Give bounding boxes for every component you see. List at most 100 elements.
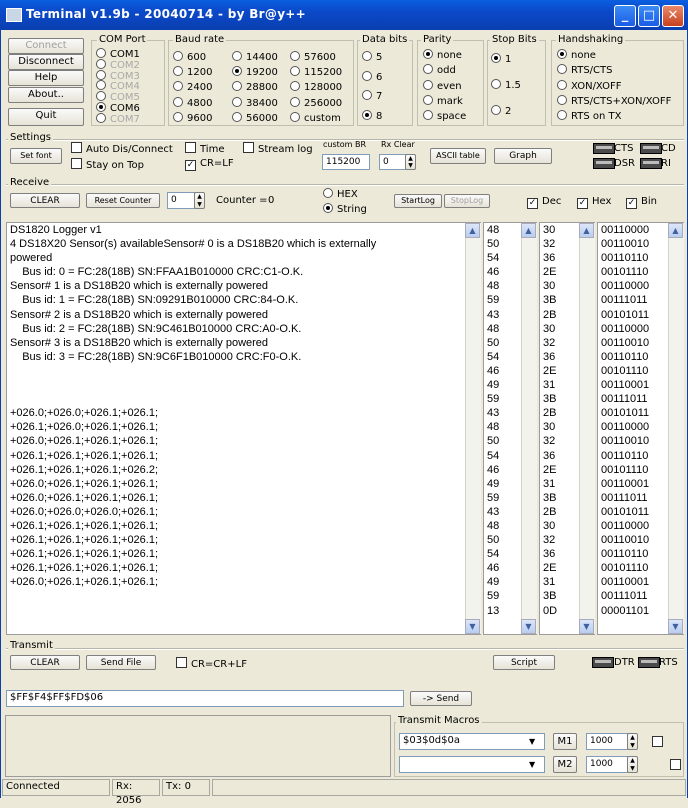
dec-checkbox[interactable]: ✓ Dec — [527, 196, 561, 209]
macro-m2-interval[interactable]: 1000 — [586, 756, 628, 773]
handshaking-option-none[interactable]: none — [557, 49, 671, 64]
hex-checkbox[interactable]: ✓ Hex — [577, 196, 611, 209]
parity-option-odd[interactable]: odd — [423, 64, 466, 79]
maximize-button[interactable]: □ — [638, 5, 660, 27]
baud-option-600[interactable]: 600 — [173, 51, 212, 66]
macro-m1-repeat-checkbox[interactable] — [652, 736, 663, 747]
receive-clear-button[interactable]: CLEAR — [10, 193, 80, 208]
hex-scroll-up-icon[interactable]: ▲ — [579, 223, 594, 238]
reset-counter-button[interactable]: Reset Counter — [86, 193, 160, 208]
receive-scrollbar[interactable] — [465, 223, 481, 634]
minimize-button[interactable]: _ — [614, 5, 636, 27]
com-option-com2[interactable]: COM2 — [96, 58, 140, 71]
transmit-input[interactable]: $FF$F4$FF$FD$06 — [6, 690, 404, 707]
dtr-led[interactable] — [592, 657, 614, 668]
send-button[interactable]: -> Send — [410, 691, 472, 706]
receive-scroll-down-icon[interactable]: ▼ — [465, 619, 480, 634]
macro-m1-input[interactable]: $03$0d$0a — [399, 733, 545, 750]
baud-option-28800[interactable]: 28800 — [232, 81, 278, 96]
auto-dis-connect-checkbox[interactable]: Auto Dis/Connect — [71, 142, 173, 155]
handshaking-option-rts-cts[interactable]: RTS/CTS — [557, 64, 671, 79]
macro-m1-button[interactable]: M1 — [553, 733, 577, 750]
transmit-clear-button[interactable]: CLEAR — [10, 655, 80, 670]
bin-checkbox[interactable]: ✓ Bin — [626, 196, 657, 209]
handshaking-option-xon-xoff[interactable]: XON/XOFF — [557, 79, 671, 95]
close-button[interactable]: ✕ — [662, 5, 684, 27]
baud-option-2400[interactable]: 2400 — [173, 81, 212, 96]
receive-scroll-up-icon[interactable]: ▲ — [465, 223, 480, 238]
cr-lf-checkbox[interactable]: ✓ CR=LF — [185, 158, 234, 171]
baud-option-4800[interactable]: 4800 — [173, 96, 212, 112]
counter-spinner[interactable]: ▲ ▼ — [194, 192, 205, 209]
com-option-com4[interactable]: COM4 — [96, 80, 140, 92]
macro-m2-spinner[interactable]: ▲ ▼ — [627, 756, 638, 773]
baud-option-56000[interactable]: 56000 — [232, 111, 278, 127]
hex-scroll-down-icon[interactable]: ▼ — [579, 619, 594, 634]
baud-option-256000[interactable]: 256000 — [290, 96, 342, 112]
macro-m2-button[interactable]: M2 — [553, 756, 577, 773]
cr-crlf-checkbox[interactable]: CR=CR+LF — [176, 657, 247, 670]
bin-scroll-down-icon[interactable]: ▼ — [668, 619, 683, 634]
macro-m1-spinner[interactable]: ▲ ▼ — [627, 733, 638, 750]
stream-log-checkbox[interactable]: Stream log — [243, 142, 313, 155]
set-font-button[interactable]: Set font — [10, 148, 62, 164]
baud-option-57600[interactable]: 57600 — [290, 51, 342, 66]
disconnect-button[interactable]: Disconnect — [8, 54, 84, 70]
parity-option-none[interactable]: none — [423, 49, 466, 64]
com-option-com6[interactable]: COM6 — [96, 101, 140, 114]
baud-option-9600[interactable]: 9600 — [173, 111, 212, 127]
script-button[interactable]: Script — [493, 655, 555, 670]
macro-m2-dropdown-icon[interactable]: ▼ — [529, 760, 535, 769]
stop-log-button[interactable]: StopLog — [444, 194, 490, 208]
string-radio[interactable]: String — [323, 203, 367, 215]
baud-option-38400[interactable]: 38400 — [232, 96, 278, 112]
com-option-com1[interactable]: COM1 — [96, 48, 140, 60]
quit-button[interactable]: Quit — [8, 108, 84, 126]
ascii-table-button[interactable]: ASCII table — [430, 148, 486, 164]
start-log-button[interactable]: StartLog — [394, 194, 442, 208]
transmit-history[interactable] — [5, 715, 391, 777]
counter-spin-input[interactable]: 0 — [167, 192, 195, 209]
baud-option-14400[interactable]: 14400 — [232, 51, 278, 66]
hex-scrollbar[interactable] — [579, 223, 595, 634]
macro-m1-interval[interactable]: 1000 — [586, 733, 628, 750]
stay-on-top-checkbox[interactable]: Stay on Top — [71, 158, 144, 171]
handshaking-option-rts-cts-xon-xoff[interactable]: RTS/CTS+XON/XOFF — [557, 94, 671, 110]
dec-scrollbar[interactable] — [521, 223, 537, 634]
baud-option-19200[interactable]: 19200 — [232, 66, 278, 81]
com-option-com3[interactable]: COM3 — [96, 69, 140, 82]
baud-option-128000[interactable]: 128000 — [290, 81, 342, 96]
parity-option-even[interactable]: even — [423, 79, 466, 95]
data-bits-option-5[interactable]: 5 — [362, 51, 382, 71]
handshaking-option-rts-on-tx[interactable]: RTS on TX — [557, 110, 671, 125]
com-option-com7[interactable]: COM7 — [96, 112, 140, 125]
stop-bits-option-2[interactable]: 2 — [491, 105, 521, 131]
stop-bits-option-1[interactable]: 1 — [491, 53, 521, 79]
bin-scrollbar[interactable] — [668, 223, 684, 634]
rx-clear-input[interactable]: 0 — [379, 154, 407, 170]
dec-scroll-down-icon[interactable]: ▼ — [521, 619, 536, 634]
connect-button[interactable]: Connect — [8, 38, 84, 54]
data-bits-option-8[interactable]: 8 — [362, 109, 382, 130]
graph-button[interactable]: Graph — [494, 148, 552, 164]
rx-clear-spinner[interactable]: ▲ ▼ — [405, 154, 416, 170]
macro-m2-repeat-checkbox[interactable] — [670, 759, 682, 770]
rts-led[interactable] — [638, 657, 660, 668]
com-option-com5[interactable]: COM5 — [96, 91, 140, 103]
bin-scroll-up-icon[interactable]: ▲ — [668, 223, 683, 238]
data-bits-option-7[interactable]: 7 — [362, 90, 382, 110]
macro-m1-dropdown-icon[interactable]: ▼ — [529, 737, 535, 746]
about-button[interactable]: About.. — [8, 87, 84, 103]
baud-option-custom[interactable]: custom — [290, 111, 342, 127]
baud-option-1200[interactable]: 1200 — [173, 66, 212, 81]
stop-bits-option-1-5[interactable]: 1.5 — [491, 79, 521, 105]
parity-option-space[interactable]: space — [423, 110, 466, 125]
macro-m2-input[interactable] — [399, 756, 545, 773]
dec-scroll-up-icon[interactable]: ▲ — [521, 223, 536, 238]
baud-option-115200[interactable]: 115200 — [290, 66, 342, 81]
custom-br-input[interactable]: 115200 — [322, 154, 370, 170]
data-bits-option-6[interactable]: 6 — [362, 70, 382, 91]
send-file-button[interactable]: Send File — [86, 655, 156, 670]
time-checkbox[interactable]: Time — [185, 142, 224, 155]
hex-radio[interactable]: HEX — [323, 188, 358, 200]
